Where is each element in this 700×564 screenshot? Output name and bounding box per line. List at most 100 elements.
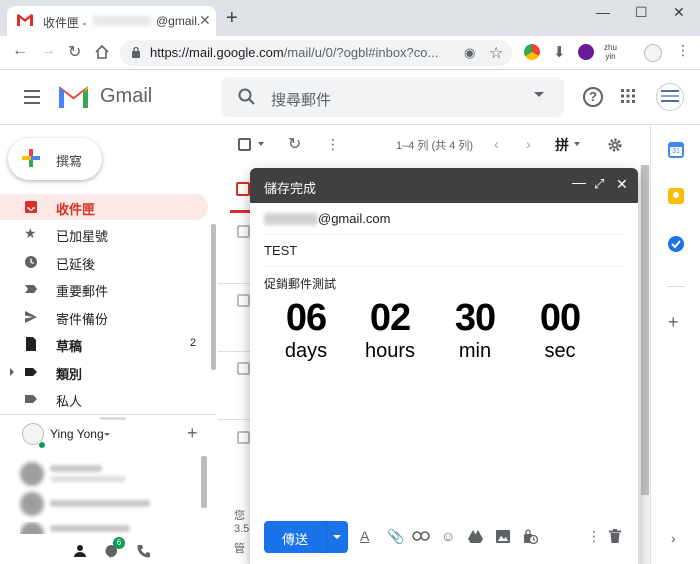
reload-icon[interactable]: ↻ — [68, 42, 81, 62]
sidebar-item-personal[interactable]: 私人 — [0, 386, 208, 412]
account-avatar[interactable] — [656, 83, 684, 111]
download-extension-icon[interactable]: ⬇ — [553, 43, 566, 61]
forward-icon[interactable]: → — [40, 42, 56, 60]
phone-icon[interactable] — [137, 544, 151, 558]
pager-label: 1–4 列 (共 4 列) — [396, 140, 474, 152]
hangouts-user-name[interactable]: Ying Yong — [50, 427, 104, 441]
contact-avatar — [20, 492, 44, 516]
inbox-icon — [25, 201, 37, 213]
label-icon — [25, 368, 37, 376]
newer-page-icon[interactable]: ‹ — [494, 136, 499, 152]
countdown-number: 06 — [285, 297, 327, 339]
countdown-days: 06 days — [266, 296, 346, 362]
sidebar-item-sent[interactable]: 寄件備份 — [0, 304, 208, 330]
search-icon[interactable] — [237, 87, 257, 107]
search-bar[interactable]: 搜尋郵件 — [221, 77, 564, 117]
keep-icon[interactable] — [668, 188, 684, 204]
compose-label: 撰寫 — [56, 154, 83, 169]
more-compose-options-icon[interactable]: ⋮ — [587, 528, 601, 545]
primary-tab-icon[interactable] — [236, 182, 250, 196]
attach-file-icon[interactable]: 📎 — [387, 528, 404, 545]
subject-field[interactable]: TEST — [264, 235, 624, 267]
contact-item[interactable] — [20, 522, 200, 534]
close-compose-icon[interactable]: ✕ — [616, 176, 628, 193]
compose-title-bar[interactable]: 儲存完成 — ⤢ ✕ — [250, 168, 638, 203]
input-tools-button[interactable]: 拼 — [555, 135, 569, 155]
close-window-icon[interactable]: ✕ — [673, 4, 685, 21]
get-addons-icon[interactable]: + — [668, 312, 679, 333]
insert-emoji-icon[interactable]: ☺ — [441, 528, 455, 544]
send-button[interactable]: 傳送 — [264, 521, 348, 553]
send-icon — [25, 311, 37, 323]
compose-bottom-toolbar: 傳送 A 📎 ☺ ⋮ — [250, 518, 638, 564]
send-label: 傳送 — [281, 532, 308, 547]
new-tab-button[interactable]: + — [226, 8, 238, 28]
address-bar[interactable]: https://mail.google.com/mail/u/0/?ogbl#i… — [120, 40, 512, 66]
chrome-menu-icon[interactable]: ⋮ — [676, 42, 690, 59]
google-drive-icon[interactable] — [468, 530, 483, 543]
calendar-icon[interactable]: 31 — [668, 142, 684, 158]
main-scrollbar[interactable] — [640, 165, 650, 564]
maximize-window-icon[interactable]: ☐ — [635, 4, 648, 21]
search-options-icon[interactable] — [534, 92, 544, 97]
sidebar-item-categories[interactable]: 類別 — [0, 359, 208, 385]
sidebar-item-important[interactable]: 重要郵件 — [0, 276, 208, 302]
sidebar-item-snoozed[interactable]: 已延後 — [0, 249, 208, 275]
eye-icon[interactable]: ◉ — [464, 45, 475, 61]
contact-avatar — [20, 522, 44, 534]
row-checkbox[interactable] — [237, 362, 250, 375]
recipient-redacted — [264, 213, 318, 225]
contact-item[interactable] — [20, 462, 200, 486]
contact-item[interactable] — [20, 492, 200, 516]
sidebar-item-drafts[interactable]: 草稿 2 — [0, 331, 208, 357]
purple-extension-icon[interactable] — [578, 44, 594, 60]
input-tools-dropdown-icon[interactable] — [574, 142, 580, 146]
compose-button[interactable]: 撰寫 — [8, 138, 102, 180]
tab-close-icon[interactable]: ✕ — [199, 12, 211, 29]
row-checkbox[interactable] — [237, 431, 250, 444]
home-icon[interactable] — [94, 44, 110, 60]
tasks-icon[interactable] — [668, 236, 684, 252]
browser-tab[interactable]: 收件匣 - @gmail. ✕ — [7, 6, 216, 36]
main-menu-icon[interactable] — [24, 90, 40, 104]
countdown-hours: 02 hours — [350, 296, 430, 362]
minimize-window-icon[interactable]: — — [596, 4, 610, 20]
main-scrollbar-thumb[interactable] — [641, 165, 649, 495]
expand-caret-icon[interactable] — [10, 368, 14, 376]
select-all-checkbox[interactable] — [238, 138, 251, 151]
send-options-icon[interactable] — [333, 535, 341, 539]
insert-link-icon[interactable] — [412, 531, 430, 541]
contacts-scrollbar[interactable] — [201, 456, 207, 508]
back-icon[interactable]: ← — [12, 42, 28, 60]
insert-photo-icon[interactable] — [496, 530, 510, 543]
select-dropdown-icon[interactable] — [258, 142, 264, 146]
sidebar-item-inbox[interactable]: 收件匣 — [0, 194, 208, 220]
profile-avatar[interactable] — [644, 44, 662, 62]
apps-grid-icon[interactable] — [620, 88, 636, 104]
status-dropdown-icon[interactable] — [104, 433, 110, 436]
person-icon[interactable] — [73, 544, 87, 558]
recipients-field[interactable]: @gmail.com — [264, 203, 624, 235]
hide-side-panel-icon[interactable]: › — [671, 530, 676, 546]
discard-draft-icon[interactable] — [609, 529, 621, 543]
chrome-extension-icon[interactable] — [524, 44, 540, 60]
resize-handle[interactable] — [100, 417, 126, 420]
settings-gear-icon[interactable] — [607, 137, 623, 153]
row-checkbox[interactable] — [237, 294, 250, 307]
help-icon[interactable]: ? — [583, 87, 603, 107]
new-conversation-icon[interactable]: + — [187, 423, 198, 444]
bookmark-star-icon[interactable]: ☆ — [489, 43, 503, 63]
row-checkbox[interactable] — [237, 225, 250, 238]
formatting-options-icon[interactable]: A — [360, 528, 369, 544]
recipient-email: @gmail.com — [318, 211, 391, 226]
more-options-icon[interactable]: ⋮ — [326, 136, 340, 153]
search-input[interactable]: 搜尋郵件 — [271, 89, 331, 110]
confidential-mode-icon[interactable] — [523, 529, 538, 544]
minimize-compose-icon[interactable]: — — [572, 174, 586, 190]
sidebar-item-starred[interactable]: ★ 已加星號 — [0, 221, 208, 247]
zhuyin-extension-icon[interactable]: zhu yin — [604, 43, 617, 61]
sidebar-scrollbar[interactable] — [211, 224, 216, 370]
older-page-icon[interactable]: › — [526, 136, 531, 152]
refresh-icon[interactable]: ↻ — [288, 134, 301, 154]
fullscreen-compose-icon[interactable]: ⤢ — [594, 176, 604, 192]
